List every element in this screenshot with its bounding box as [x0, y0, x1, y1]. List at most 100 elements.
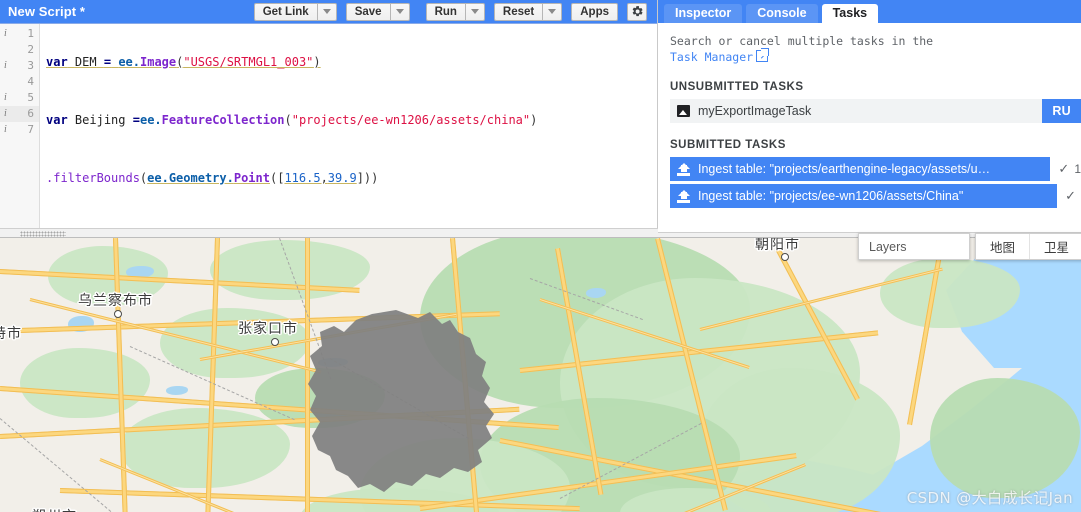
layers-label: Layers: [869, 239, 907, 254]
tasks-panel-body: Search or cancel multiple tasks in the T…: [658, 23, 1081, 238]
editor-map-splitter[interactable]: [0, 228, 658, 238]
run-dropdown-button[interactable]: [464, 2, 485, 21]
map-canvas[interactable]: 特市 乌兰察布市 张家口市 朔州市 承德市 朝阳市 鞍山市 营口市 秦皇岛市 唐…: [0, 238, 1081, 512]
code-line-3: .filterBounds(ee.Geometry.Point([116.5,3…: [40, 170, 657, 186]
code-token: Image: [140, 55, 177, 69]
panel-tabs: Inspector Console Tasks: [658, 0, 1081, 23]
code-token: ])): [356, 171, 379, 185]
code-token: Beijing: [74, 113, 126, 127]
apps-button-group: Apps: [571, 2, 618, 21]
line-number-row: i1: [0, 26, 39, 42]
code-token: ee.: [139, 113, 162, 127]
code-token: 116.5: [284, 171, 321, 185]
line-number: 2: [27, 43, 34, 56]
map-lake: [166, 386, 188, 395]
run-button[interactable]: Run: [425, 2, 465, 21]
submitted-task-row: Ingest table: "projects/ee-wn1206/assets…: [670, 184, 1081, 208]
city-label: 朝阳市: [755, 238, 800, 253]
info-icon[interactable]: i: [4, 122, 7, 138]
gee-code-editor-app: New Script * Get Link Save Run Reset App…: [0, 0, 1081, 512]
code-token: =: [132, 113, 140, 127]
line-number-row: i6: [0, 106, 39, 122]
task-status-text: 1: [1074, 162, 1081, 176]
task-manager-link[interactable]: Task Manager: [670, 50, 753, 64]
get-link-dropdown-button[interactable]: [316, 2, 337, 21]
line-number-row: i7: [0, 122, 39, 138]
map-tiles: [0, 238, 1081, 512]
get-link-button-group: Get Link: [253, 2, 337, 21]
reset-button[interactable]: Reset: [493, 2, 543, 21]
map-layers-control[interactable]: Layers: [858, 233, 970, 260]
save-dropdown-button[interactable]: [389, 2, 410, 21]
code-token: (: [284, 113, 292, 127]
code-token: Point: [233, 171, 270, 185]
get-link-button[interactable]: Get Link: [253, 2, 317, 21]
reset-dropdown-button[interactable]: [542, 2, 563, 21]
line-number-row: i5: [0, 90, 39, 106]
drag-handle-icon[interactable]: [20, 231, 66, 237]
code-token: DEM: [74, 55, 97, 69]
upload-task-icon: [677, 189, 690, 203]
code-token: var: [46, 113, 68, 127]
code-lines[interactable]: var DEM = ee.Image("USGS/SRTMGL1_003") v…: [40, 24, 657, 228]
code-area[interactable]: i1 2 i3 4 i5 i6 i7 var DEM = ee.Image("U…: [0, 23, 657, 228]
code-token: ee.Geometry.: [147, 171, 234, 185]
task-run-button[interactable]: RU: [1042, 99, 1081, 123]
info-icon[interactable]: i: [4, 58, 7, 74]
submitted-tasks-header: SUBMITTED TASKS: [670, 139, 786, 151]
tab-inspector[interactable]: Inspector: [664, 4, 743, 23]
city-marker-icon: [114, 310, 122, 318]
tasks-hint-line2: Task Manager: [658, 48, 1081, 65]
line-number-gutter: i1 2 i3 4 i5 i6 i7: [0, 24, 40, 228]
task-name: Ingest table: "projects/ee-wn1206/assets…: [698, 189, 964, 203]
save-button[interactable]: Save: [345, 2, 390, 21]
code-token: ): [313, 55, 321, 69]
tab-tasks[interactable]: Tasks: [821, 4, 879, 23]
line-number: 6: [27, 107, 34, 120]
tasks-hint-line1: Search or cancel multiple tasks in the: [670, 34, 934, 48]
code-token: ee.: [118, 55, 140, 69]
task-chip-ingest-china[interactable]: Ingest table: "projects/ee-wn1206/assets…: [670, 184, 1058, 208]
map-vegetation: [20, 348, 150, 418]
code-line-2: var Beijing =ee.FeatureCollection("proje…: [40, 112, 657, 128]
save-button-group: Save: [345, 2, 410, 21]
city-label: 朔州市: [32, 506, 77, 512]
apps-button[interactable]: Apps: [571, 2, 618, 21]
check-icon: ✓: [1058, 161, 1070, 176]
chevron-down-icon: [470, 9, 479, 14]
line-number: 1: [27, 27, 34, 40]
line-number-row: 4: [0, 74, 39, 90]
upload-task-icon: [677, 162, 690, 176]
map-type-control: 地图 卫星: [975, 233, 1081, 260]
map-type-roadmap-button[interactable]: 地图: [976, 234, 1029, 259]
editor-toolbar: New Script * Get Link Save Run Reset App…: [0, 0, 657, 23]
code-token: FeatureCollection: [161, 113, 285, 127]
code-editor-pane: New Script * Get Link Save Run Reset App…: [0, 0, 658, 228]
city-label: 张家口市: [238, 321, 298, 337]
gear-icon[interactable]: [627, 2, 647, 21]
tab-console[interactable]: Console: [746, 4, 818, 23]
code-token: ([: [269, 171, 285, 185]
code-token: .filterBounds: [46, 171, 140, 185]
task-chip-ingest-legacy[interactable]: Ingest table: "projects/earthengine-lega…: [670, 157, 1051, 181]
city-label: 乌兰察布市: [78, 293, 153, 309]
task-chip-myexportimagetask[interactable]: myExportImageTask: [670, 99, 1043, 123]
info-icon[interactable]: i: [4, 26, 7, 42]
info-icon[interactable]: i: [4, 90, 7, 106]
code-token: 39.9: [327, 171, 357, 185]
code-token: "USGS/SRTMGL1_003": [183, 55, 314, 69]
map-type-satellite-button[interactable]: 卫星: [1029, 234, 1081, 259]
image-task-icon: [677, 105, 690, 117]
line-number: 7: [27, 123, 34, 136]
code-token: ,: [320, 171, 328, 185]
code-token: =: [103, 55, 112, 69]
unsubmitted-task-row: myExportImageTask RU: [670, 99, 1081, 123]
external-link-icon[interactable]: [756, 48, 770, 62]
chevron-down-icon: [548, 9, 557, 14]
city-label: 特市: [0, 326, 22, 342]
line-number: 5: [27, 91, 34, 104]
check-icon: ✓: [1065, 188, 1076, 203]
run-button-group: Run: [425, 2, 485, 21]
code-line-1: var DEM = ee.Image("USGS/SRTMGL1_003"): [40, 54, 657, 70]
info-icon[interactable]: i: [4, 106, 7, 122]
